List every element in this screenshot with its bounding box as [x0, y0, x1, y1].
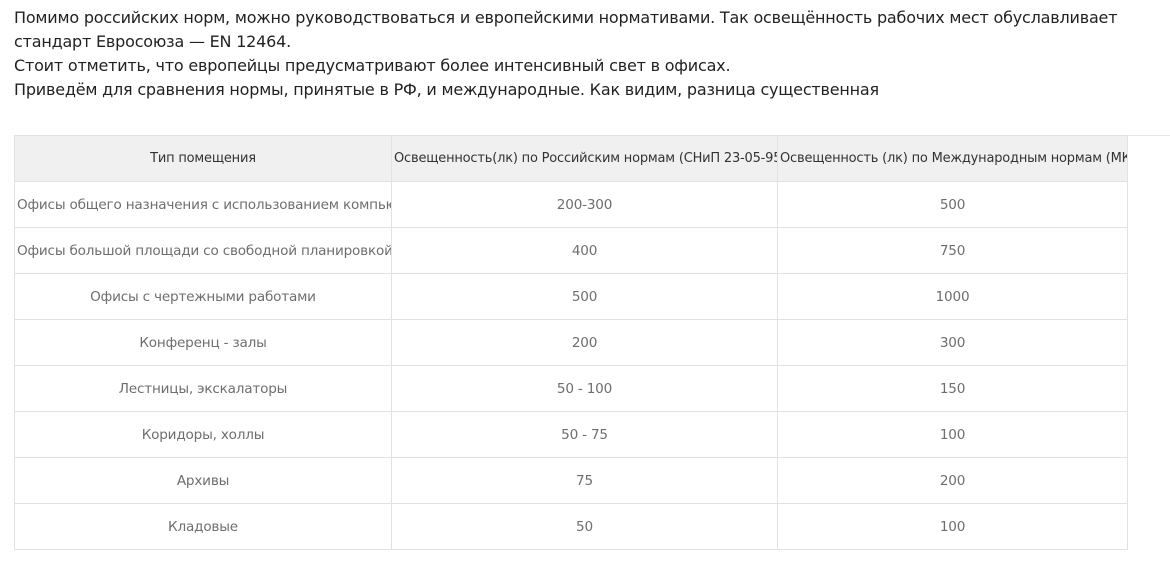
table-row: Кладовые 50 100 — [14, 503, 1128, 550]
cell-international-lux: 300 — [777, 319, 1128, 366]
table-header: Тип помещения Освещенность(лк) по Россий… — [14, 135, 1128, 182]
cell-russian-lux: 50 - 75 — [391, 411, 778, 458]
cell-room-type: Лестницы, экскалаторы — [14, 365, 392, 412]
cell-russian-lux: 200-300 — [391, 181, 778, 228]
table-row: Конференц - залы 200 300 — [14, 319, 1128, 366]
header-room-type: Тип помещения — [14, 135, 392, 182]
cell-international-lux: 100 — [777, 411, 1128, 458]
cell-international-lux: 750 — [777, 227, 1128, 274]
cell-room-type: Архивы — [14, 457, 392, 504]
cell-room-type: Кладовые — [14, 503, 392, 550]
cell-russian-lux: 400 — [391, 227, 778, 274]
cell-international-lux: 150 — [777, 365, 1128, 412]
cell-russian-lux: 200 — [391, 319, 778, 366]
table-row: Офисы общего назначения с использованием… — [14, 181, 1128, 228]
cell-russian-lux: 50 — [391, 503, 778, 550]
divider — [1127, 135, 1170, 136]
table-row: Офисы с чертежными работами 500 1000 — [14, 273, 1128, 320]
table-row: Архивы 75 200 — [14, 457, 1128, 504]
cell-international-lux: 200 — [777, 457, 1128, 504]
cell-room-type: Офисы с чертежными работами — [14, 273, 392, 320]
cell-room-type: Коридоры, холлы — [14, 411, 392, 458]
table-body: Офисы общего назначения с использованием… — [14, 181, 1128, 550]
table-row: Офисы большой площади со свободной плани… — [14, 227, 1128, 274]
table-row: Коридоры, холлы 50 - 75 100 — [14, 411, 1128, 458]
cell-international-lux: 1000 — [777, 273, 1128, 320]
table-row: Лестницы, экскалаторы 50 - 100 150 — [14, 365, 1128, 412]
intro-paragraph-standard: Помимо российских норм, можно руководств… — [14, 8, 1118, 51]
header-russian-norms: Освещенность(лк) по Российским нормам (С… — [391, 135, 778, 182]
table-header-row: Тип помещения Освещенность(лк) по Россий… — [14, 135, 1128, 182]
cell-room-type: Офисы общего назначения с использованием… — [14, 181, 392, 228]
cell-room-type: Офисы большой площади со свободной плани… — [14, 227, 392, 274]
cell-international-lux: 500 — [777, 181, 1128, 228]
header-international-norms: Освещенность (лк) по Международным норма… — [777, 135, 1128, 182]
intro-text: Помимо российских норм, можно руководств… — [14, 6, 1164, 102]
cell-russian-lux: 75 — [391, 457, 778, 504]
cell-russian-lux: 500 — [391, 273, 778, 320]
cell-international-lux: 100 — [777, 503, 1128, 550]
cell-room-type: Конференц - залы — [14, 319, 392, 366]
illumination-norms-table: Тип помещения Освещенность(лк) по Россий… — [14, 135, 1128, 550]
cell-russian-lux: 50 - 100 — [391, 365, 778, 412]
intro-paragraph-europe: Стоит отметить, что европейцы предусматр… — [14, 56, 731, 75]
intro-paragraph-comparison: Приведём для сравнения нормы, принятые в… — [14, 80, 879, 99]
